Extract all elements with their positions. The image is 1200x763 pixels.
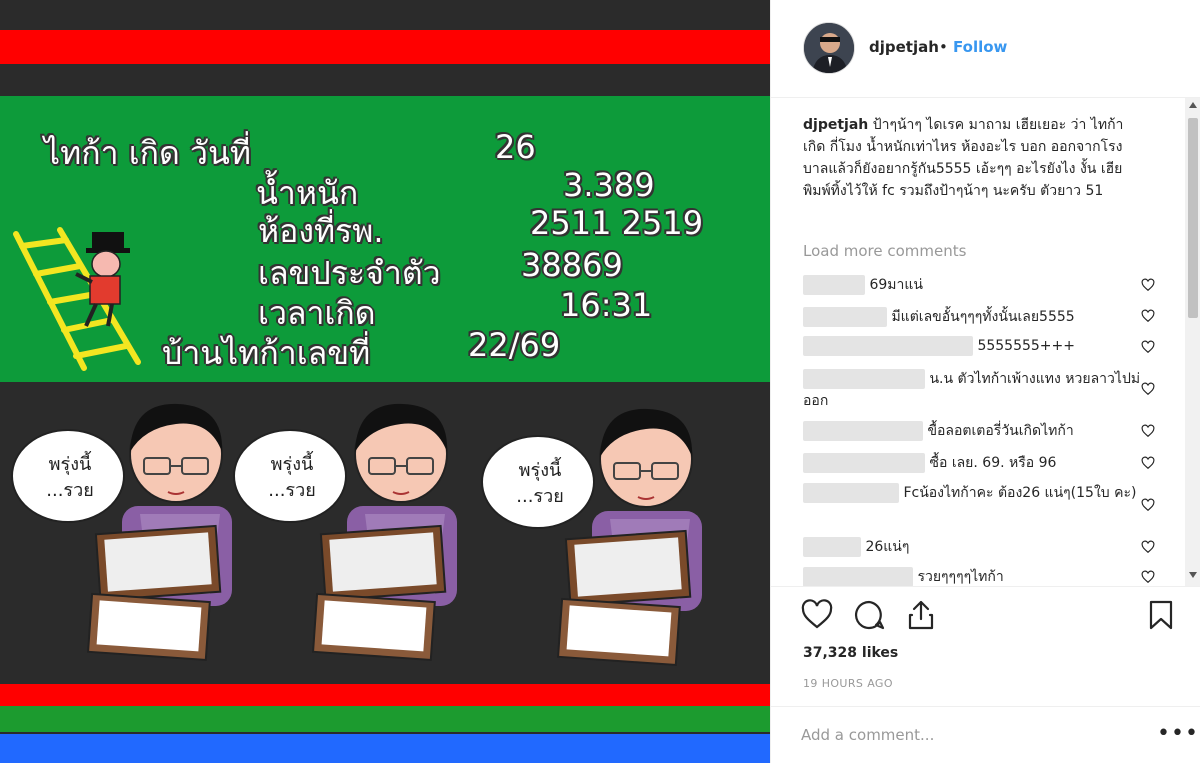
heart-icon[interactable] bbox=[801, 599, 833, 631]
comment-icon[interactable] bbox=[853, 599, 885, 631]
stripe-red-top bbox=[0, 30, 770, 64]
comment-row: รวยๆๆๆๆไทก้า bbox=[803, 566, 1153, 586]
comment-row: 69มาแน่ bbox=[803, 274, 1153, 296]
comment-text: 69มาแน่ bbox=[869, 277, 923, 293]
bookmark-icon[interactable] bbox=[1145, 599, 1177, 631]
blurred-username bbox=[803, 483, 899, 503]
post-side-panel: djpetjah • Follow djpetjah ป้าๆน้าๆ ไดเร… bbox=[770, 0, 1200, 763]
image-line-6-value: 22/69 bbox=[468, 326, 561, 364]
heart-icon[interactable] bbox=[1141, 498, 1155, 512]
blurred-username bbox=[803, 369, 925, 389]
avatar[interactable] bbox=[803, 22, 855, 74]
lottery-sellers-illustration bbox=[11, 402, 703, 666]
caption-username[interactable]: djpetjah bbox=[803, 117, 868, 133]
heart-icon[interactable] bbox=[1141, 278, 1155, 292]
comments-scrollbar[interactable] bbox=[1185, 98, 1200, 586]
comment-row: 5555555+++ bbox=[803, 336, 1153, 356]
scroll-down-arrow-icon[interactable] bbox=[1189, 572, 1197, 578]
comment-row: มีแต่เลขอั้นๆๆๆทั้งนั้นเลย5555 bbox=[803, 306, 1153, 328]
comment-text: Fcน้องไทก้าคะ ต้อง26 แน่ๆ(15ใบ คะ) bbox=[903, 485, 1137, 501]
blurred-username bbox=[803, 567, 913, 586]
image-line-6-label: บ้านไทก้าเลขที่ bbox=[162, 334, 371, 372]
speech-bubble-1: พรุ่งนี้ ...รวย bbox=[46, 454, 94, 501]
username[interactable]: djpetjah bbox=[869, 38, 939, 56]
image-line-1-value: 26 bbox=[495, 128, 536, 166]
scroll-up-arrow-icon[interactable] bbox=[1189, 102, 1197, 108]
comments-list[interactable]: djpetjah ป้าๆน้าๆ ไดเรค มาถาม เฮียเยอะ ว… bbox=[771, 98, 1185, 586]
speech-bubble-2: พรุ่งนี้ ...รวย bbox=[268, 454, 316, 501]
heart-icon[interactable] bbox=[1141, 340, 1155, 354]
post-actions: 37,328 likes 19 HOURS AGO bbox=[771, 586, 1200, 706]
comment-row: ซื้อ เลย. 69. หรือ 96 bbox=[803, 452, 1153, 474]
image-line-1-label: ไทก้า เกิด วันที่ bbox=[44, 134, 251, 172]
post-timestamp: 19 HOURS AGO bbox=[803, 677, 893, 690]
add-comment-area: ••• bbox=[771, 706, 1200, 763]
load-more-comments-button[interactable]: Load more comments bbox=[803, 242, 966, 260]
heart-icon[interactable] bbox=[1141, 382, 1155, 396]
image-line-3-value: 2511 2519 bbox=[530, 204, 704, 242]
comment-input[interactable] bbox=[801, 723, 1131, 747]
blurred-username bbox=[803, 537, 861, 557]
comment-text: มีแต่เลขอั้นๆๆๆทั้งนั้นเลย5555 bbox=[891, 309, 1075, 325]
heart-icon[interactable] bbox=[1141, 424, 1155, 438]
comment-text: ขื้อลอตเตอรี่วันเกิดไทก้า bbox=[927, 423, 1074, 439]
blurred-username bbox=[803, 275, 865, 295]
heart-icon[interactable] bbox=[1141, 570, 1155, 584]
post-header: djpetjah • Follow bbox=[771, 0, 1200, 98]
image-line-4-value: 38869 bbox=[521, 246, 623, 284]
image-line-2-value: 3.389 bbox=[563, 166, 655, 204]
blurred-username bbox=[803, 307, 887, 327]
stripe-red-bottom bbox=[0, 684, 770, 706]
ladder-man-illustration bbox=[13, 227, 141, 371]
stripe-green-bottom bbox=[0, 706, 770, 732]
post-image[interactable]: ไทก้า เกิด วันที่ 26 น้ำหนัก 3.389 ห้องท… bbox=[0, 0, 770, 763]
follow-button[interactable]: Follow bbox=[953, 38, 1007, 56]
heart-icon[interactable] bbox=[1141, 309, 1155, 323]
comment-text: 5555555+++ bbox=[977, 338, 1075, 354]
likes-count[interactable]: 37,328 likes bbox=[803, 645, 898, 661]
scroll-thumb[interactable] bbox=[1188, 118, 1198, 318]
share-icon[interactable] bbox=[905, 599, 937, 631]
blurred-username bbox=[803, 453, 925, 473]
comment-text: รวยๆๆๆๆไทก้า bbox=[917, 569, 1004, 585]
more-options-icon[interactable]: ••• bbox=[1157, 721, 1199, 746]
heart-icon[interactable] bbox=[1141, 456, 1155, 470]
comment-row: Fcน้องไทก้าคะ ต้อง26 แน่ๆ(15ใบ คะ) bbox=[803, 482, 1153, 504]
blurred-username bbox=[803, 421, 923, 441]
comment-text: ซื้อ เลย. 69. หรือ 96 bbox=[929, 455, 1057, 471]
comment-row: ขื้อลอตเตอรี่วันเกิดไทก้า bbox=[803, 420, 1153, 442]
caption: djpetjah ป้าๆน้าๆ ไดเรค มาถาม เฮียเยอะ ว… bbox=[803, 114, 1143, 202]
comment-text: 26แน่ๆ bbox=[865, 539, 910, 555]
comment-row: น.น ตัวไทก้าเพ้างแทง หวยลาวไปม่ออก bbox=[803, 368, 1153, 412]
image-line-5-value: 16:31 bbox=[560, 286, 653, 324]
stripe-blue-bottom bbox=[0, 734, 770, 763]
comment-row: 26แน่ๆ bbox=[803, 536, 1153, 558]
blurred-username bbox=[803, 336, 973, 356]
speech-bubble-3: พรุ่งนี้ ...รวย bbox=[516, 460, 564, 507]
heart-icon[interactable] bbox=[1141, 540, 1155, 554]
separator-dot: • bbox=[939, 38, 948, 56]
